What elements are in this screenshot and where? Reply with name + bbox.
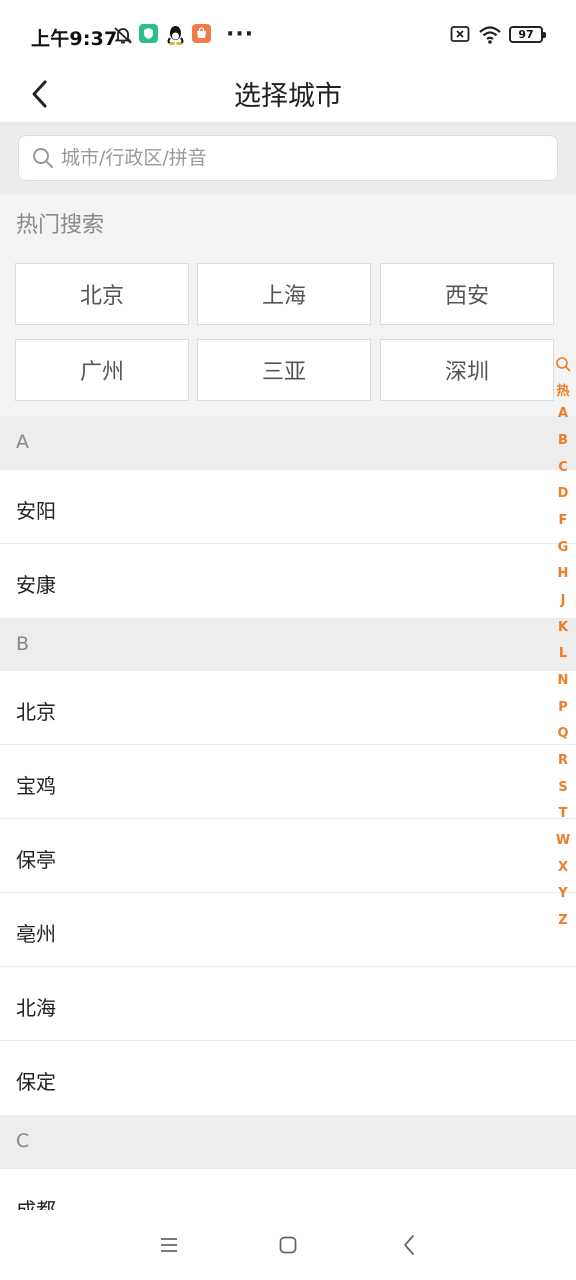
city-list-item[interactable]: 安康 [0,544,576,618]
hot-search-header: 热门搜索 [0,194,576,248]
status-time: 上午9:37 [31,28,118,50]
city-list-item[interactable]: 亳州 [0,893,576,967]
index-item[interactable]: F [552,513,574,528]
hot-city-button[interactable]: 北京 [15,263,189,325]
city-name: 保亭 [16,848,56,872]
index-item[interactable]: Z [552,913,574,928]
city-list-item[interactable]: 北海 [0,967,576,1041]
city-name: 成都 [16,1198,56,1210]
index-item[interactable]: J [552,593,574,608]
search-area [0,122,576,194]
hot-city-button[interactable]: 深圳 [380,339,554,401]
hot-city-grid: 北京 上海 西安 广州 三亚 深圳 [0,248,576,416]
menu-button[interactable] [154,1230,184,1260]
bell-muted-icon [112,24,134,46]
security-app-icon [139,24,158,43]
hot-search-title: 热门搜索 [16,213,105,238]
search-box[interactable] [18,135,558,181]
city-name: 安阳 [16,499,56,523]
city-list-item[interactable]: 宝鸡 [0,745,576,819]
more-notifications-icon: ··· [226,22,255,47]
city-list-item[interactable]: 安阳 [0,470,576,544]
section-letter: B [16,633,30,655]
section-letter: A [16,431,29,453]
section-header: C [0,1115,576,1169]
no-sim-icon [450,24,470,46]
city-name: 保定 [16,1070,56,1094]
home-button[interactable] [273,1230,303,1260]
index-item[interactable]: W [552,833,574,848]
home-icon [279,1236,297,1254]
index-item[interactable]: R [552,753,574,768]
hot-city-button[interactable]: 广州 [15,339,189,401]
city-name: 北海 [16,996,56,1020]
hot-city-button[interactable]: 西安 [380,263,554,325]
wifi-icon [478,24,502,46]
page-title: 选择城市 [234,81,342,112]
index-item[interactable]: K [552,620,574,635]
system-nav-bar [0,1210,576,1280]
index-item[interactable]: B [552,433,574,448]
city-list-item[interactable]: 北京 [0,671,576,745]
index-item[interactable]: H [552,566,574,581]
index-item[interactable]: Q [552,726,574,741]
hot-city-button[interactable]: 上海 [197,263,371,325]
index-item[interactable]: D [552,486,574,501]
shopping-app-icon [192,24,211,43]
section-letter: C [16,1130,30,1152]
battery-indicator: 97 [509,26,546,43]
qq-icon [166,24,185,46]
hot-city-button[interactable]: 三亚 [197,339,371,401]
search-icon [33,148,53,168]
index-item[interactable]: C [552,460,574,475]
index-item[interactable]: A [552,406,574,421]
top-header: 选择城市 [0,66,576,122]
index-item[interactable]: L [552,646,574,661]
index-item[interactable]: N [552,673,574,688]
city-list-item[interactable]: 保亭 [0,819,576,893]
search-input[interactable] [61,147,541,169]
city-name: 北京 [16,700,56,724]
index-item[interactable]: Y [552,886,574,901]
index-item[interactable]: S [552,780,574,795]
index-item[interactable]: T [552,806,574,821]
city-name: 宝鸡 [16,774,56,798]
city-name: 安康 [16,573,56,597]
index-search-icon[interactable] [552,356,574,376]
index-item[interactable]: X [552,860,574,875]
city-list-item[interactable]: 成都 [0,1169,576,1210]
back-icon [404,1235,414,1255]
city-list-item[interactable]: 保定 [0,1041,576,1115]
index-item-hot[interactable]: 热 [552,380,574,399]
menu-icon [161,1238,177,1252]
city-name: 亳州 [16,922,56,946]
index-item[interactable]: G [552,540,574,555]
nav-back-button[interactable] [394,1230,424,1260]
section-header: B [0,618,576,672]
index-item[interactable]: P [552,700,574,715]
status-bar: 上午9:37 ··· 97 [0,0,576,66]
section-header: A [0,416,576,470]
